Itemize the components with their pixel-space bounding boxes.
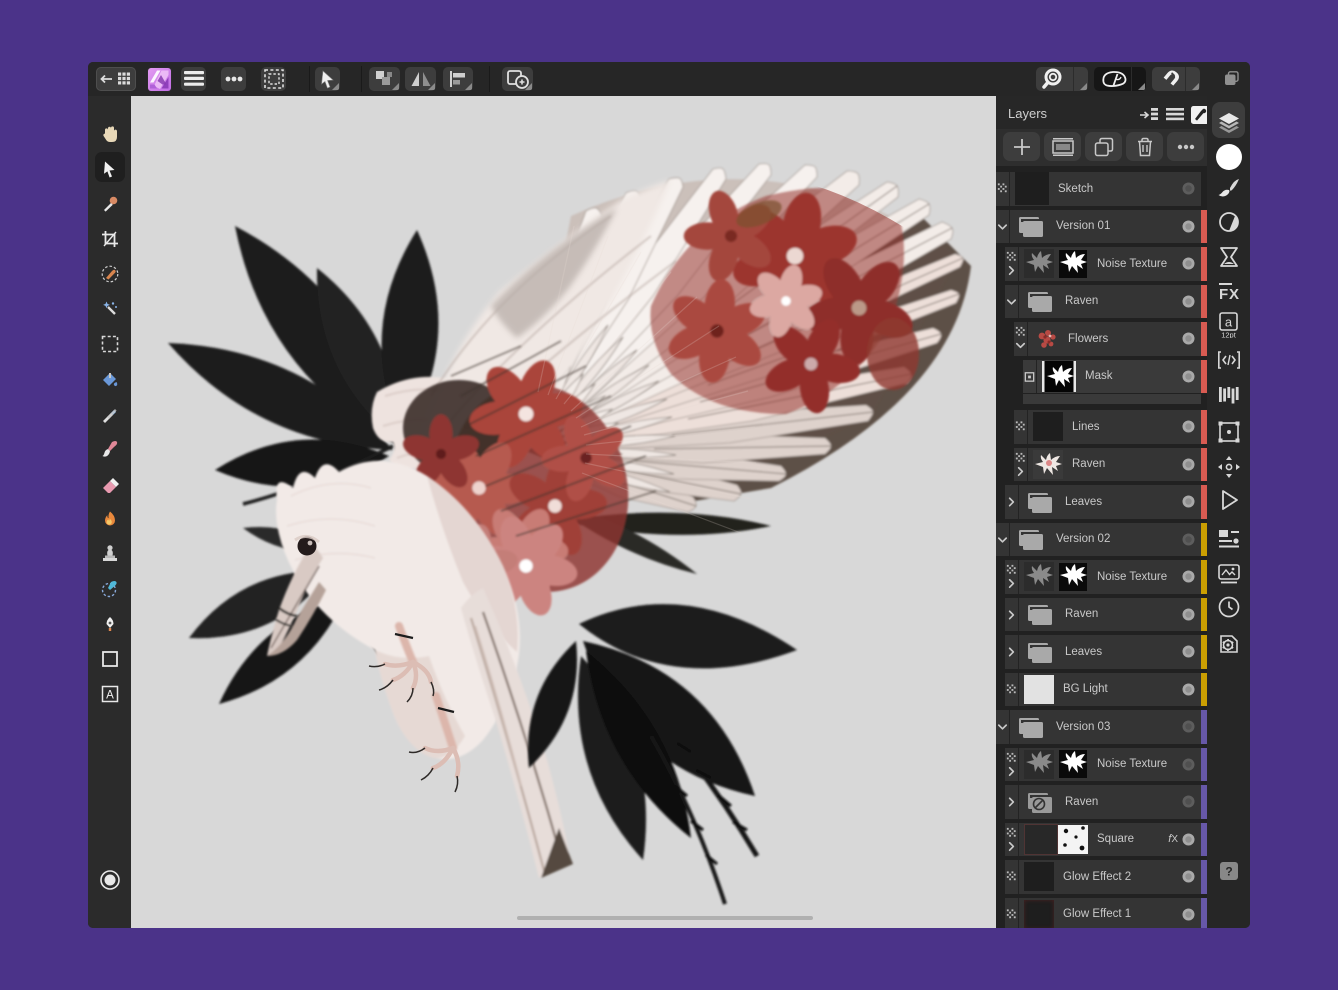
svg-text:F: F	[1219, 286, 1228, 302]
svg-text:?: ?	[1225, 865, 1232, 879]
svg-text:X: X	[1229, 286, 1239, 302]
svg-text:12pt: 12pt	[1221, 331, 1237, 339]
svg-text:A: A	[106, 690, 114, 702]
svg-text:a: a	[1224, 315, 1232, 330]
